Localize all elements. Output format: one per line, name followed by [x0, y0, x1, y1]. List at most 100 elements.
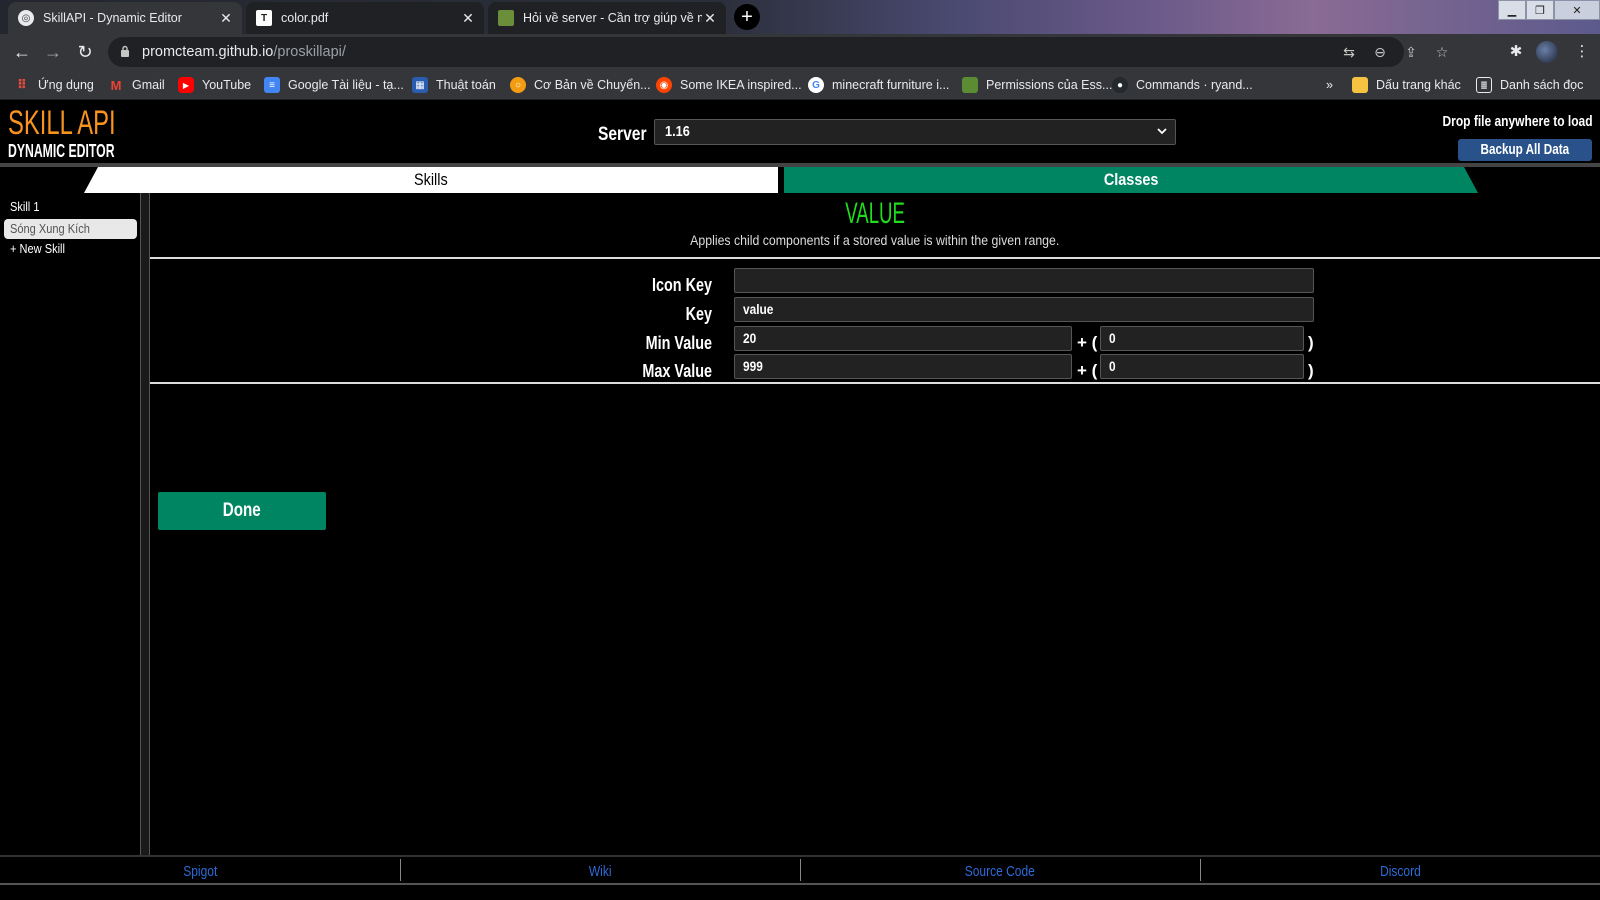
footer-link-source-code[interactable]: Source Code	[800, 863, 1200, 880]
zoom-icon[interactable]: ⊖	[1372, 44, 1388, 60]
apps-grid-icon: ⠿	[16, 77, 28, 92]
close-icon[interactable]: ✕	[460, 10, 476, 27]
bookmark-label: Gmail	[132, 78, 165, 92]
bookmark-label: Commands · ryand...	[1136, 78, 1253, 92]
new-skill-button[interactable]: + New Skill	[4, 239, 137, 259]
bookmark-label: Danh sách đọc	[1500, 78, 1584, 92]
component-editor: VALUE Applies child components if a stor…	[150, 193, 1600, 855]
bookmark-apps[interactable]: ⠿ Ứng dụng	[14, 76, 94, 94]
share-icon[interactable]: ⇪	[1403, 44, 1419, 60]
close-icon[interactable]: ✕	[218, 10, 234, 27]
restore-icon[interactable]: ❐	[1526, 0, 1554, 20]
server-label: Server	[598, 124, 647, 145]
translate-icon[interactable]: ⇆	[1341, 44, 1357, 60]
bookmark-label: minecraft furniture i...	[832, 78, 950, 92]
key-input[interactable]: value	[734, 297, 1314, 322]
back-arrow-icon[interactable]: ←	[10, 40, 34, 64]
bookmark-co-ban[interactable]: ○ Cơ Bản về Chuyển...	[510, 76, 651, 94]
skill-list-item-selected[interactable]: Sóng Xung Kích	[4, 219, 137, 239]
skill-label: Skill 1	[10, 199, 40, 214]
bookmark-youtube[interactable]: ▶ YouTube	[178, 76, 251, 94]
bookmark-permissions[interactable]: Permissions của Ess...	[962, 76, 1112, 94]
menu-kebab-icon[interactable]: ⋮	[1572, 42, 1592, 62]
min-value-input[interactable]: 20	[734, 326, 1072, 351]
window-close-icon[interactable]: ✕	[1554, 0, 1600, 20]
tab-label: Skills	[414, 170, 448, 189]
divider	[150, 257, 1600, 259]
address-bar[interactable]: promcteam.github.io/proskillapi/ ⇆ ⊖ ⇪ ☆	[108, 37, 1448, 67]
tab-classes[interactable]: Classes	[784, 167, 1478, 193]
skillapi-app: SKILL API DYNAMIC EDITOR Server 1.16 Dro…	[0, 101, 1600, 900]
gmail-icon: M	[110, 77, 122, 93]
reading-list-icon: ≣	[1476, 77, 1492, 93]
url-text: promcteam.github.io/proskillapi/	[142, 44, 346, 60]
folder-icon	[1352, 77, 1368, 93]
reload-icon[interactable]: ↻	[73, 40, 97, 64]
footer-links: Spigot Wiki Source Code Discord	[0, 855, 1600, 900]
minecraft-block-icon	[498, 10, 514, 26]
sidebar-scrollbar[interactable]	[140, 193, 150, 855]
bookmark-star-icon[interactable]: ☆	[1434, 44, 1450, 60]
chevron-down-icon	[1157, 128, 1167, 135]
server-value: 1.16	[665, 123, 690, 140]
ring-icon: ○	[510, 77, 526, 93]
bookmark-label: Cơ Bản về Chuyển...	[534, 78, 651, 92]
forward-arrow-icon[interactable]: →	[41, 40, 65, 64]
overflow-chevron-icon: »	[1326, 78, 1333, 92]
backup-all-button[interactable]: Backup All Data	[1458, 139, 1592, 161]
bookmark-commands[interactable]: ● Commands · ryand...	[1112, 76, 1253, 94]
tab-title: Hỏi về server - Cần trợ giúp về m	[523, 11, 702, 25]
footer-link-spigot[interactable]: Spigot	[0, 863, 400, 880]
icon-key-input[interactable]	[734, 268, 1314, 293]
reading-list[interactable]: ≣ Danh sách đọc	[1476, 76, 1583, 94]
icon-key-label: Icon Key	[651, 275, 712, 295]
min-scale-input[interactable]: 0	[1100, 326, 1304, 351]
minimize-icon[interactable]: ▁	[1498, 0, 1526, 20]
youtube-icon: ▶	[178, 77, 194, 93]
bookmark-gmail[interactable]: M Gmail	[108, 76, 165, 94]
browser-tab-server-help[interactable]: Hỏi về server - Cần trợ giúp về m ✕	[488, 2, 726, 34]
bookmark-label: YouTube	[202, 78, 252, 92]
tabs-divider	[0, 163, 1600, 167]
bookmark-label: Some IKEA inspired...	[680, 78, 802, 92]
new-tab-button[interactable]: +	[734, 4, 760, 30]
server-select[interactable]: 1.16	[654, 119, 1176, 145]
lock-icon	[121, 45, 129, 57]
drop-file-hint: Drop file anywhere to load	[1442, 113, 1593, 130]
browser-tab-color-pdf[interactable]: T color.pdf ✕	[246, 2, 484, 34]
max-scale-input[interactable]: 0	[1100, 354, 1304, 379]
tab-title: color.pdf	[281, 11, 329, 25]
reddit-icon: ◉	[656, 77, 672, 93]
skill-list-sidebar: Skill 1 Sóng Xung Kích + New Skill	[0, 193, 150, 855]
footer-link-discord[interactable]: Discord	[1200, 863, 1600, 880]
done-button[interactable]: Done	[158, 492, 326, 530]
bookmark-minecraft-furniture[interactable]: Gminecraft furniture i...	[808, 76, 949, 94]
calendar-icon: ▦	[412, 77, 428, 93]
avatar[interactable]	[1536, 41, 1558, 63]
skill-label: + New Skill	[10, 241, 65, 256]
bookmark-label: Ứng dụng	[38, 78, 94, 92]
browser-tab-strip: ◎ SkillAPI - Dynamic Editor ✕ T color.pd…	[0, 0, 1600, 34]
skill-list-item[interactable]: Skill 1	[4, 197, 137, 217]
bookmark-ikea[interactable]: ◉ Some IKEA inspired...	[656, 76, 802, 94]
footer-link-wiki[interactable]: Wiki	[400, 863, 800, 880]
min-value-label: Min Value	[645, 333, 712, 353]
browser-toolbar: ← → ↻ promcteam.github.io/proskillapi/ ⇆…	[0, 34, 1600, 70]
max-value-label: Max Value	[642, 361, 712, 381]
bookmarks-overflow[interactable]: »	[1326, 76, 1333, 94]
plus-paren: + (	[1077, 361, 1098, 380]
logo-title: SKILL API	[8, 104, 116, 142]
bookmark-label: Thuật toán	[436, 78, 496, 92]
close-paren: )	[1308, 361, 1314, 380]
bookmark-label: Dấu trang khác	[1376, 78, 1461, 92]
tab-skills[interactable]: Skills	[84, 167, 778, 193]
browser-tab-skillapi[interactable]: ◎ SkillAPI - Dynamic Editor ✕	[8, 2, 242, 34]
key-label: Key	[685, 304, 712, 324]
bookmark-google-docs[interactable]: ≡ Google Tài liệu - tạ...	[264, 76, 404, 94]
extensions-icon[interactable]: ✱	[1506, 42, 1526, 62]
bookmark-other[interactable]: Dấu trang khác	[1352, 76, 1461, 94]
bookmark-thuat-toan[interactable]: ▦ Thuật toán	[412, 76, 496, 94]
max-value-input[interactable]: 999	[734, 354, 1072, 379]
close-icon[interactable]: ✕	[702, 10, 718, 27]
done-label: Done	[223, 500, 261, 521]
